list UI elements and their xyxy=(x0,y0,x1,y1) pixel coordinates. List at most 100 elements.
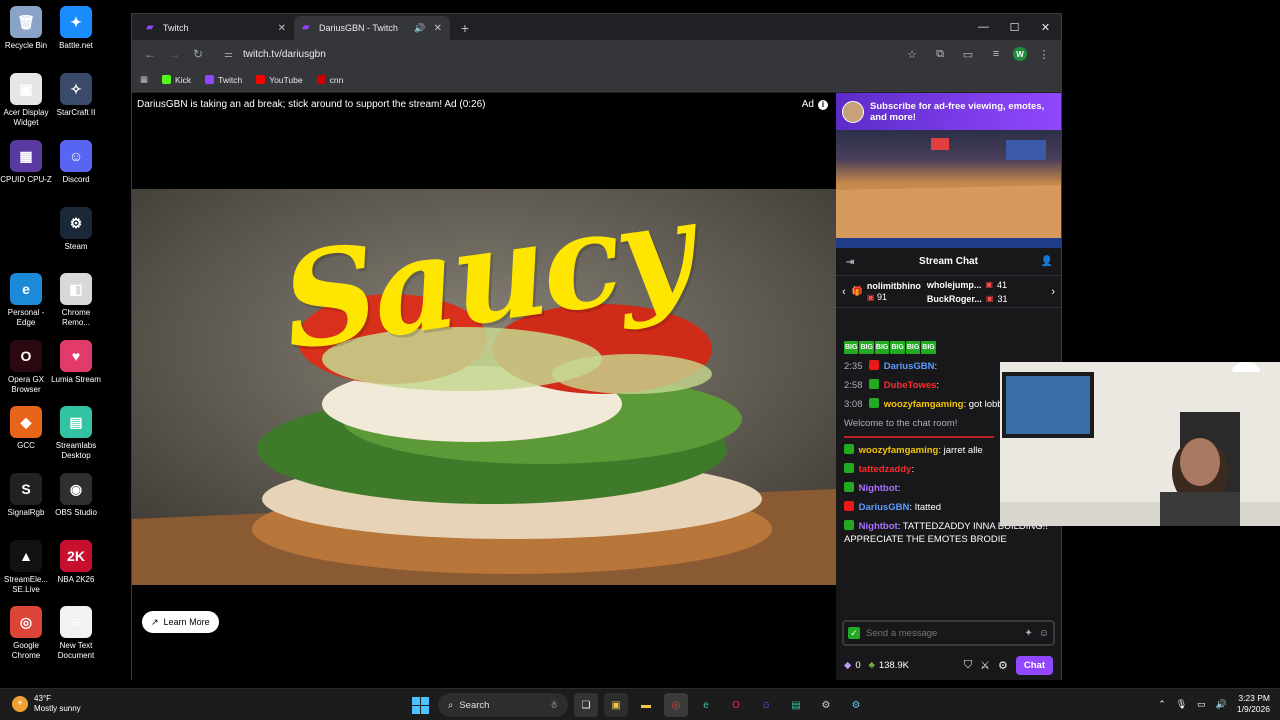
new-tab-button[interactable]: + xyxy=(454,17,476,39)
folder-icon[interactable]: ▬ xyxy=(634,693,658,717)
desktop-icon[interactable]: ▤ Streamlabs Desktop xyxy=(50,406,102,461)
desktop-icon[interactable]: ✦ Battle.net xyxy=(50,6,102,51)
desktop-icon[interactable]: ⚙ Steam xyxy=(50,207,102,252)
bookmark-twitch[interactable]: Twitch xyxy=(205,75,242,85)
sword-icon[interactable]: ⚔ xyxy=(980,659,990,672)
bookmark-star-icon[interactable]: ☆ xyxy=(901,43,923,65)
video-player[interactable]: DariusGBN is taking an ad break; stick a… xyxy=(132,93,836,680)
desktop-icon[interactable]: ◉ OBS Studio xyxy=(50,473,102,518)
desktop-icon[interactable]: ▣ Acer Display Widget xyxy=(0,73,52,128)
toolbar-actions: ☆ ⧉ ▭ ≡ W ⋮ xyxy=(901,43,1055,65)
chevron-up-icon[interactable]: ⌃ xyxy=(1158,699,1166,710)
microphone-icon[interactable]: 🎙 xyxy=(1176,699,1187,710)
chat-send-button[interactable]: Chat xyxy=(1015,655,1053,675)
ad-video[interactable]: Saucy xyxy=(132,189,836,585)
address-bar[interactable]: ⚌ twitch.tv/dariusgbn xyxy=(216,43,895,65)
emote-picker-icon[interactable]: ☺ xyxy=(1039,628,1049,639)
chat-input[interactable] xyxy=(866,627,1019,639)
taskbar-search[interactable]: ⌕ Search ☃ xyxy=(438,693,568,717)
chat-username[interactable]: woozyfamgaming xyxy=(859,445,939,456)
chevron-left-icon[interactable]: ‹ xyxy=(842,286,846,298)
close-window-icon[interactable]: ✕ xyxy=(1030,14,1061,40)
speaker-icon[interactable]: 🔊 xyxy=(414,23,425,34)
cast-icon[interactable]: ▭ xyxy=(957,43,979,65)
clock[interactable]: 3:23 PM 1/9/2026 xyxy=(1237,693,1270,715)
desktop-icon[interactable]: ◎ Google Chrome xyxy=(0,606,52,661)
desktop-icon[interactable]: 2K NBA 2K26 xyxy=(50,540,102,585)
bits-balance[interactable]: ♣ 138.9K xyxy=(869,660,909,671)
steam-icon[interactable]: ⚙ xyxy=(844,693,868,717)
discord-icon[interactable]: ☺ xyxy=(754,693,778,717)
bookmarks-bar: ▦ Kick Twitch YouTube cnn xyxy=(132,68,1061,92)
collapse-chat-icon[interactable]: ⇥ xyxy=(846,257,854,268)
bits-icon[interactable]: ✦ xyxy=(1024,628,1032,639)
desktop-icon[interactable]: ◆ GCC xyxy=(0,406,52,451)
settings-icon[interactable]: ⚙ xyxy=(814,693,838,717)
start-button[interactable] xyxy=(408,693,432,717)
chat-username[interactable]: Nightbot xyxy=(859,483,898,494)
back-icon[interactable]: ← xyxy=(138,43,162,65)
bookmark-cnn[interactable]: cnn xyxy=(316,75,343,85)
desktop-icon[interactable]: ◧ Chrome Remo... xyxy=(50,273,102,328)
message-time: 3:08 xyxy=(844,399,863,410)
desktop-icon[interactable]: ≡ New Text Document xyxy=(50,606,102,661)
tab-twitch[interactable]: ▰ Twitch ✕ xyxy=(138,16,294,40)
apps-grid-icon[interactable]: ▦ xyxy=(140,74,148,85)
shield-icon[interactable]: ⛉ xyxy=(964,659,972,672)
chat-username[interactable]: Nightbot xyxy=(859,521,898,532)
leaderboard-entry[interactable]: BuckRoger... ▣ 31 xyxy=(927,292,1045,306)
file-explorer-icon[interactable]: ▣ xyxy=(604,693,628,717)
volume-icon[interactable]: 🔊 xyxy=(1216,699,1227,710)
bookmark-kick[interactable]: Kick xyxy=(162,75,191,85)
subscribe-banner-text: Subscribe for ad-free viewing, emotes, a… xyxy=(870,100,1045,123)
extensions-icon[interactable]: ⧉ xyxy=(929,43,951,65)
network-icon[interactable]: ▭ xyxy=(1197,699,1206,710)
desktop-icon[interactable]: S SignalRgb xyxy=(0,473,52,518)
opera-gx-icon[interactable]: O xyxy=(724,693,748,717)
chat-username[interactable]: DariusGBN xyxy=(859,502,910,513)
close-tab-icon[interactable]: ✕ xyxy=(278,23,286,34)
browser-toolbar: ← → ↻ ⚌ twitch.tv/dariusgbn ☆ ⧉ ▭ ≡ W ⋮ xyxy=(132,40,1061,68)
weather-widget[interactable]: ☀ 43°F Mostly sunny xyxy=(12,694,81,714)
close-tab-icon[interactable]: ✕ xyxy=(434,23,442,34)
channel-points-icon: ◆ xyxy=(844,659,852,671)
chat-username[interactable]: woozyfamgaming xyxy=(884,399,964,410)
chat-username[interactable]: tattedzaddy xyxy=(859,464,912,475)
webcam-image xyxy=(1000,362,1280,526)
edge-icon[interactable]: e xyxy=(694,693,718,717)
bookmark-youtube[interactable]: YouTube xyxy=(256,75,303,85)
chevron-right-icon[interactable]: › xyxy=(1051,286,1055,298)
desktop-icon[interactable]: ♥ Lumia Stream xyxy=(50,340,102,385)
reload-icon[interactable]: ↻ xyxy=(186,43,210,65)
leaderboard-entry[interactable]: 🎁 nolimitbhino ▣ 91 xyxy=(852,281,921,303)
chat-username[interactable]: DubeTowes xyxy=(884,380,937,391)
menu-icon[interactable]: ⋮ xyxy=(1033,43,1055,65)
desktop-icon[interactable]: O Opera GX Browser xyxy=(0,340,52,395)
leaderboard-entry[interactable]: wholejump... ▣ 41 xyxy=(927,278,1045,292)
tab-dariusgbn[interactable]: ▰ DariusGBN - Twitch 🔊 ✕ xyxy=(294,16,450,40)
chat-username[interactable]: DariusGBN xyxy=(884,361,935,372)
minimize-icon[interactable]: — xyxy=(968,14,999,40)
task-view-icon[interactable]: ❏ xyxy=(574,693,598,717)
desktop-icon[interactable]: ☺ Discord xyxy=(50,140,102,185)
desktop-icon[interactable]: e Personal - Edge xyxy=(0,273,52,328)
site-info-icon[interactable]: ⚌ xyxy=(224,49,233,60)
desktop-icon[interactable]: ✧ StarCraft II xyxy=(50,73,102,118)
community-icon[interactable]: 👤 xyxy=(1041,256,1053,267)
streamlabs-icon[interactable]: ▤ xyxy=(784,693,808,717)
chrome-icon[interactable]: ◎ xyxy=(664,693,688,717)
settings-gear-icon[interactable]: ⚙ xyxy=(998,659,1008,672)
desktop-icon[interactable]: 🗑 Recycle Bin xyxy=(0,6,52,51)
desktop-icon[interactable]: ▦ CPUID CPU-Z xyxy=(0,140,52,185)
profile-avatar[interactable]: W xyxy=(1013,47,1027,61)
mini-player[interactable] xyxy=(836,130,1061,248)
maximize-icon[interactable]: ☐ xyxy=(999,14,1030,40)
learn-more-button[interactable]: ↗ Learn More xyxy=(142,611,219,633)
info-icon[interactable]: i xyxy=(818,99,828,110)
channel-points[interactable]: ◆ 0 xyxy=(844,660,861,671)
emote: BIG xyxy=(921,341,936,354)
desktop-icon[interactable]: ▲ StreamEle... SE.Live xyxy=(0,540,52,595)
tab-search-icon[interactable]: ≡ xyxy=(985,43,1007,65)
forward-icon[interactable]: → xyxy=(162,43,186,65)
subscribe-banner[interactable]: Subscribe for ad-free viewing, emotes, a… xyxy=(836,93,1061,130)
